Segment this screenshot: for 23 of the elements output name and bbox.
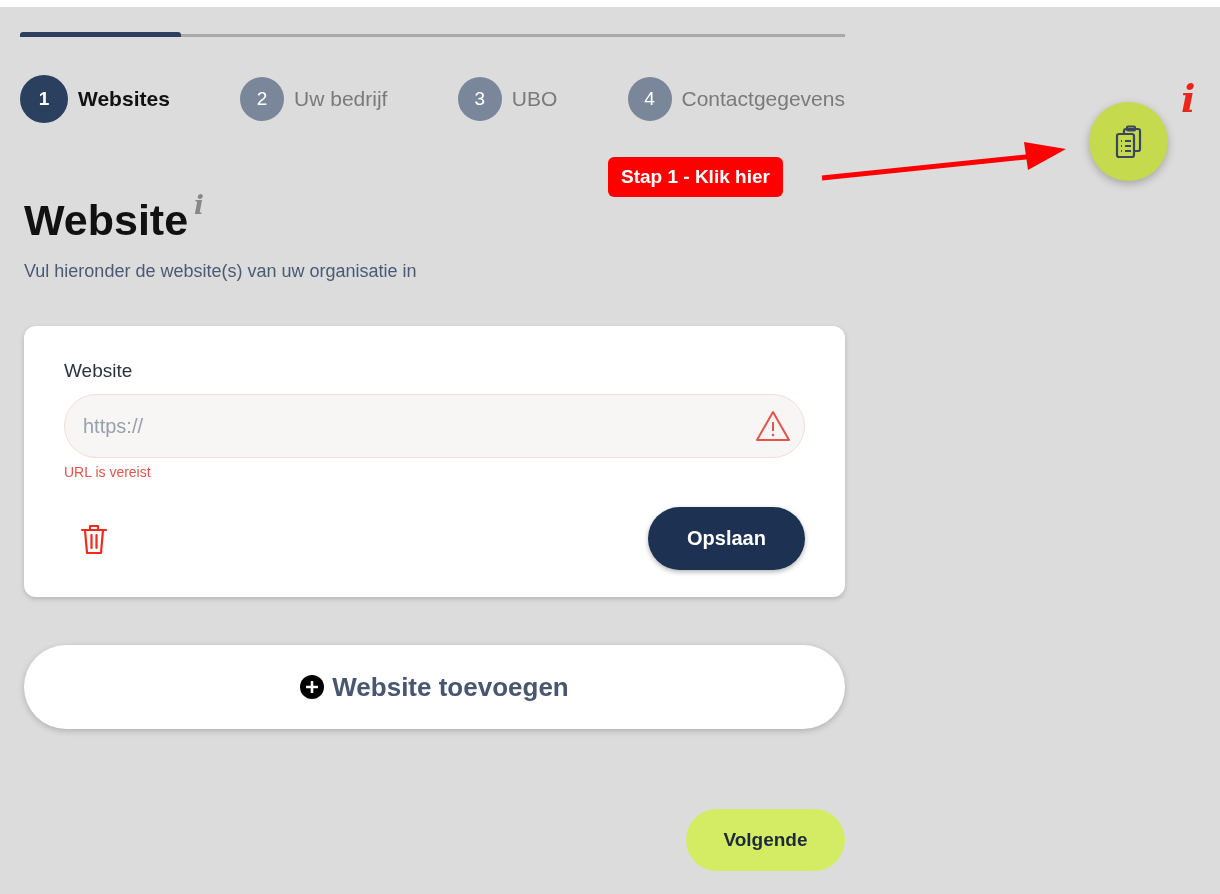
- info-marker[interactable]: i: [1181, 80, 1196, 118]
- clipboard-list-icon: [1113, 124, 1144, 159]
- url-field[interactable]: https://: [64, 394, 805, 459]
- step-tab[interactable]: 4 Contactgegevens: [627, 75, 845, 123]
- step-number: 1: [20, 75, 68, 123]
- error-message: URL is vereist: [64, 464, 152, 481]
- field-label: Website: [64, 360, 134, 383]
- page-title: Website: [24, 197, 189, 245]
- save-button[interactable]: Opslaan: [648, 507, 805, 571]
- step-tab[interactable]: 3 UBO: [457, 75, 558, 123]
- info-marker[interactable]: i: [194, 191, 204, 220]
- step-number: 4: [627, 77, 672, 121]
- clipboard-button[interactable]: [1089, 102, 1168, 181]
- trash-icon: [80, 522, 108, 555]
- page-subtitle: Vul hieronder de website(s) van uw organisatie in: [24, 261, 418, 283]
- step-tab[interactable]: 2 Uw bedrijf: [240, 75, 388, 123]
- step-number: 2: [240, 77, 285, 121]
- next-button[interactable]: Volgende: [686, 809, 845, 872]
- add-website-button[interactable]: Website toevoegen: [24, 645, 845, 730]
- plus-circle-icon: [300, 675, 325, 700]
- step-number: 3: [457, 77, 502, 121]
- annotation-label: Stap 1 - Klik hier: [608, 157, 783, 197]
- step-tab[interactable]: 1 Websites: [20, 75, 170, 123]
